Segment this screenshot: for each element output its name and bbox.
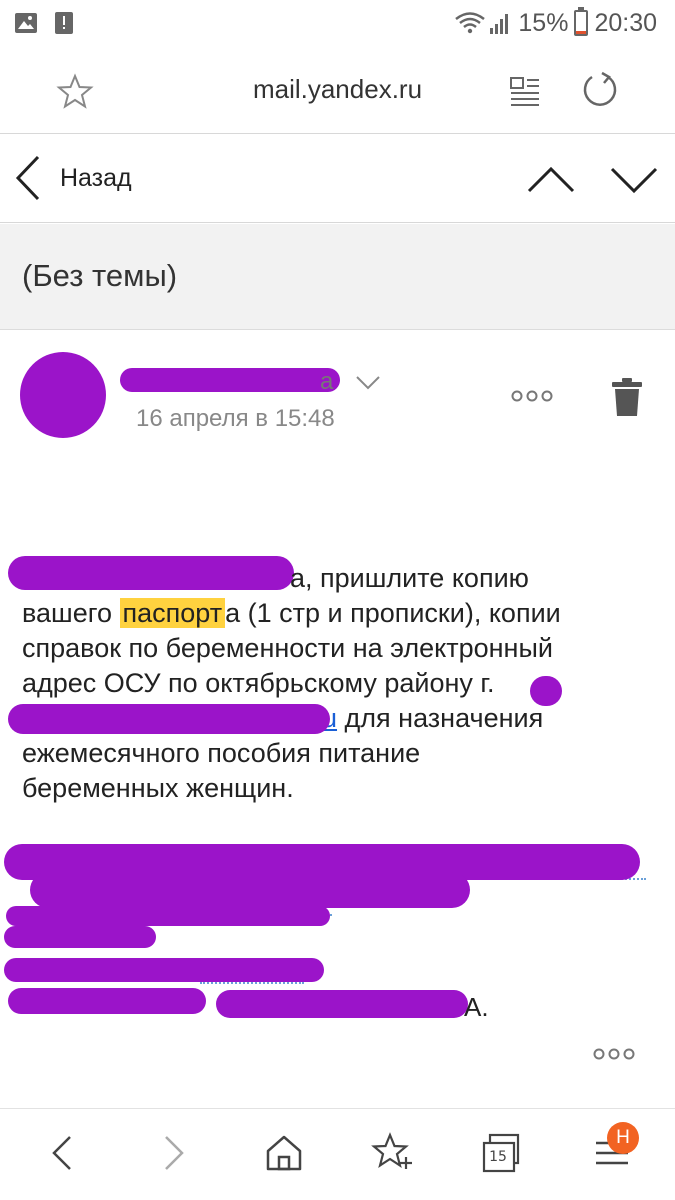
- redacted-text: [530, 676, 562, 706]
- signature-link-underline: [200, 982, 304, 984]
- home-icon[interactable]: [262, 1131, 306, 1175]
- more-options-icon[interactable]: [590, 1042, 638, 1066]
- battery-icon: [574, 7, 589, 36]
- previous-message-icon[interactable]: [525, 161, 577, 197]
- body-text: вашего: [22, 598, 120, 628]
- redacted-signature: [30, 872, 470, 908]
- back-button[interactable]: Назад: [10, 153, 132, 203]
- mail-toolbar: Назад: [0, 135, 675, 223]
- body-line: а, пришлите копию: [290, 563, 529, 593]
- back-label: Назад: [60, 163, 132, 192]
- sender-name-tail: а: [320, 368, 334, 395]
- browser-bottom-toolbar: 15: [0, 1108, 675, 1200]
- tabs-button[interactable]: 15: [480, 1131, 524, 1175]
- wifi-signal-icon: [455, 12, 509, 34]
- search-highlight: паспорт: [119, 598, 226, 628]
- next-message-icon[interactable]: [608, 161, 660, 197]
- browser-address-bar: mail.yandex.ru: [0, 46, 675, 134]
- body-line: ежемесячного пособия питание: [22, 738, 421, 768]
- status-bar: 15% 20:30: [0, 0, 675, 46]
- message-date: 16 апреля в 15:48: [136, 405, 335, 432]
- body-line: вашего паспорт а (1 стр и прописки), копи…: [22, 596, 647, 631]
- profile-badge[interactable]: Н: [607, 1122, 639, 1154]
- tabs-count: 15: [489, 1149, 507, 1165]
- more-options-icon[interactable]: [508, 384, 556, 408]
- gallery-notification-icon: [15, 13, 37, 33]
- reload-icon[interactable]: [580, 70, 620, 110]
- url-text[interactable]: mail.yandex.ru: [0, 74, 675, 105]
- redacted-signature: [6, 906, 330, 926]
- redacted-signature: [4, 958, 324, 982]
- redacted-email: [8, 704, 330, 734]
- forward-arrow-icon[interactable]: [150, 1131, 194, 1175]
- message-subject: (Без темы): [22, 258, 178, 293]
- redacted-signature: [216, 990, 468, 1018]
- reader-mode-icon[interactable]: [508, 74, 542, 108]
- trash-icon[interactable]: [610, 376, 644, 418]
- add-bookmark-icon[interactable]: [370, 1131, 414, 1175]
- redacted-signature: [8, 988, 206, 1014]
- sender-avatar[interactable]: [20, 352, 106, 438]
- body-text: а (1 стр и прописки), копии: [225, 598, 561, 628]
- back-chevron-icon: [15, 155, 40, 201]
- redacted-signature: [4, 926, 156, 948]
- subject-bar: (Без темы): [0, 224, 675, 330]
- sender-name-redacted[interactable]: [120, 368, 340, 392]
- alert-notification-icon: [55, 12, 73, 34]
- clock: 20:30: [594, 8, 657, 37]
- signature-tail: А.: [464, 992, 489, 1022]
- body-line: беременных женщин.: [22, 773, 294, 803]
- back-arrow-icon[interactable]: [42, 1131, 86, 1175]
- body-line: справок по беременности на электронный: [22, 633, 553, 663]
- body-text: для назначения: [337, 703, 544, 733]
- battery-percent: 15%: [518, 8, 569, 37]
- sender-details-chevron-icon[interactable]: [354, 374, 382, 392]
